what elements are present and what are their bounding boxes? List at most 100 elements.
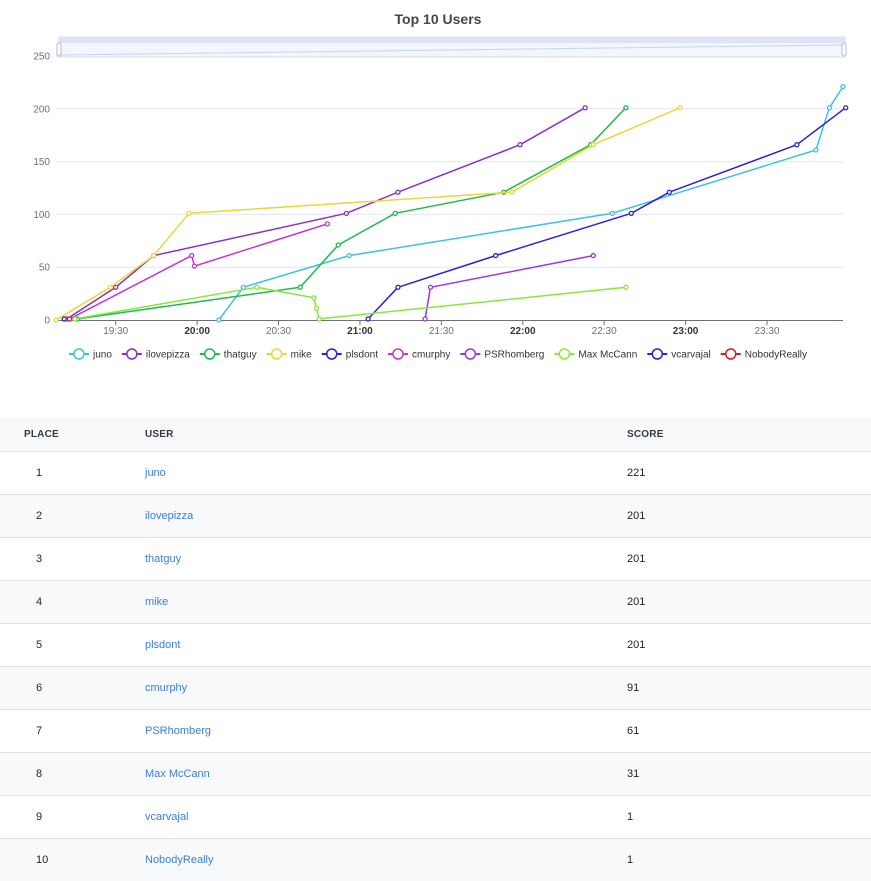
data-point[interactable] <box>297 284 303 290</box>
data-point[interactable] <box>517 142 523 148</box>
user-link[interactable]: vcarvajal <box>145 811 188 823</box>
user-link[interactable]: NobodyReally <box>145 854 213 866</box>
data-point[interactable] <box>813 147 819 153</box>
data-point[interactable] <box>186 210 192 216</box>
series-vcarvajal[interactable] <box>61 316 67 322</box>
user-link[interactable]: plsdont <box>145 639 180 651</box>
series-max-mccann[interactable] <box>72 284 629 322</box>
legend-label: juno <box>92 350 112 361</box>
user-link[interactable]: ilovepizza <box>145 510 193 522</box>
y-tick-label: 200 <box>33 104 50 115</box>
data-point[interactable] <box>582 105 588 111</box>
data-point[interactable] <box>392 210 398 216</box>
legend-item-thatguy[interactable]: thatguy <box>199 348 257 361</box>
zoom-slider-right-handle[interactable] <box>841 42 847 57</box>
user-link[interactable]: mike <box>145 596 168 608</box>
data-point[interactable] <box>324 221 331 227</box>
user-link[interactable]: cmurphy <box>145 682 187 694</box>
data-point[interactable] <box>343 210 350 216</box>
legend-item-cmurphy[interactable]: cmurphy <box>387 348 450 361</box>
place-cell: 1 <box>0 450 145 494</box>
data-point[interactable] <box>189 252 195 259</box>
legend-item-vcarvajal[interactable]: vcarvajal <box>647 348 711 361</box>
data-point[interactable] <box>216 317 222 323</box>
score-cell: 91 <box>627 665 871 709</box>
legend-circle-icon <box>651 348 664 360</box>
data-point[interactable] <box>311 295 317 301</box>
legend-item-psrhomberg[interactable]: PSRhomberg <box>460 348 544 361</box>
data-point[interactable] <box>666 189 672 195</box>
user-link[interactable]: thatguy <box>145 553 181 565</box>
series-cmurphy[interactable] <box>66 221 331 322</box>
x-tick-label: 20:00 <box>184 326 210 337</box>
place-cell: 8 <box>0 751 145 795</box>
data-point[interactable] <box>66 316 73 322</box>
series-mike[interactable] <box>53 105 683 323</box>
data-point[interactable] <box>113 284 119 290</box>
data-point[interactable] <box>61 316 67 322</box>
series-thatguy[interactable] <box>75 105 629 322</box>
legend-label: vcarvajal <box>671 350 710 361</box>
data-point[interactable] <box>53 317 59 323</box>
data-point[interactable] <box>843 105 849 111</box>
data-point[interactable] <box>590 142 596 148</box>
y-tick-label: 0 <box>44 316 50 327</box>
data-point[interactable] <box>677 105 683 111</box>
data-point[interactable] <box>628 210 634 216</box>
data-point[interactable] <box>365 316 371 322</box>
data-point[interactable] <box>422 316 428 322</box>
data-point[interactable] <box>427 284 434 290</box>
zoom-slider-left-handle[interactable] <box>56 42 62 57</box>
user-link[interactable]: juno <box>145 467 166 479</box>
data-point[interactable] <box>395 189 401 195</box>
data-point[interactable] <box>840 83 846 90</box>
data-point[interactable] <box>72 316 78 322</box>
data-point[interactable] <box>623 284 629 290</box>
series-psrhomberg[interactable] <box>422 252 596 322</box>
data-point[interactable] <box>794 142 800 148</box>
data-point[interactable] <box>335 242 341 248</box>
legend-circle-icon <box>464 348 477 360</box>
data-point[interactable] <box>826 105 833 111</box>
data-point[interactable] <box>316 316 322 322</box>
legend-circle-icon <box>725 348 737 360</box>
data-point[interactable] <box>590 252 596 259</box>
legend-item-mike[interactable]: mike <box>266 348 313 361</box>
data-point[interactable] <box>346 252 352 259</box>
legend-item-plsdont[interactable]: plsdont <box>321 348 378 361</box>
legend-circle-icon <box>73 348 85 360</box>
data-point[interactable] <box>609 210 615 216</box>
legend-item-max-mccann[interactable]: Max McCann <box>554 348 637 361</box>
chart-title: Top 10 Users <box>395 11 482 27</box>
score-cell: 201 <box>627 536 871 580</box>
legend-item-ilovepizza[interactable]: ilovepizza <box>121 348 190 361</box>
data-point[interactable] <box>254 284 260 290</box>
zoom-slider[interactable] <box>56 36 847 58</box>
data-point[interactable] <box>107 284 113 290</box>
table-row: 1 juno 221 <box>0 450 871 494</box>
series-juno[interactable] <box>216 83 846 323</box>
score-cell: 31 <box>627 751 871 795</box>
user-link[interactable]: Max McCann <box>145 768 210 780</box>
data-point[interactable] <box>191 263 198 269</box>
zoom-slider-selection[interactable] <box>59 37 845 43</box>
place-cell: 10 <box>0 837 145 881</box>
x-tick-label: 21:30 <box>429 326 454 337</box>
data-point[interactable] <box>492 252 499 259</box>
data-point[interactable] <box>151 252 157 259</box>
legend-item-nobodyreally[interactable]: NobodyReally <box>720 348 807 361</box>
data-point[interactable] <box>509 189 515 195</box>
legend-item-juno[interactable]: juno <box>68 348 112 361</box>
series-line <box>218 86 844 321</box>
data-point[interactable] <box>623 105 629 111</box>
user-link[interactable]: PSRhomberg <box>145 725 211 737</box>
legend-label: mike <box>291 350 313 361</box>
score-cell: 221 <box>627 450 871 494</box>
x-tick-label: 23:30 <box>754 326 779 337</box>
series-ilovepizza[interactable] <box>64 105 588 322</box>
series-nobodyreally[interactable] <box>66 316 73 322</box>
data-point[interactable] <box>313 305 320 312</box>
data-point[interactable] <box>395 284 401 290</box>
score-cell: 61 <box>627 708 871 752</box>
legend-circle-icon <box>270 348 283 360</box>
